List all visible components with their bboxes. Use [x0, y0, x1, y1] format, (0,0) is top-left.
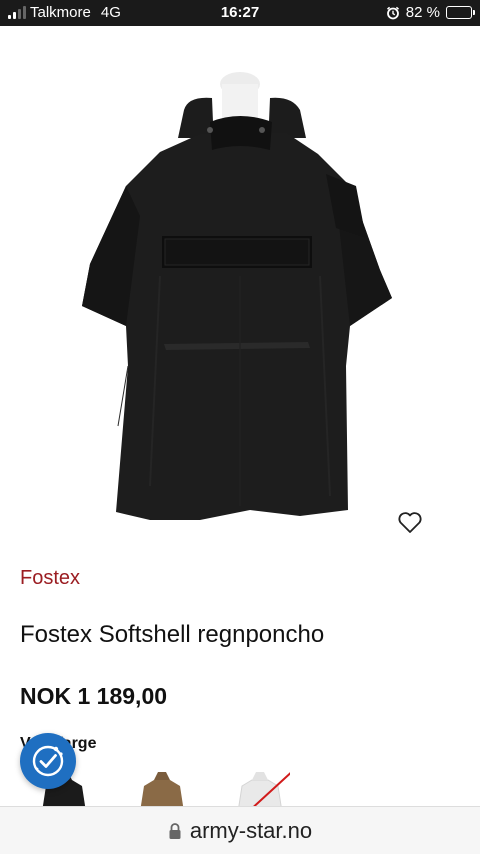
product-brand-link[interactable]: Fostex	[20, 567, 80, 590]
battery-icon	[446, 6, 475, 19]
product-price: NOK 1 189,00	[20, 683, 168, 709]
url-text: army-star.no	[189, 817, 313, 843]
status-bar: Talkmore 4G 16:27 82 %	[0, 0, 480, 26]
lock-icon	[169, 822, 181, 839]
heart-icon[interactable]	[396, 510, 424, 536]
cookie-consent-button[interactable]	[20, 733, 76, 789]
battery-percent: 82 %	[405, 4, 440, 21]
product-title: Fostex Softshell regnponcho	[20, 621, 325, 648]
swatch-white-unavailable[interactable]	[230, 768, 290, 808]
alarm-icon	[386, 6, 399, 19]
status-right: 82 %	[386, 4, 475, 21]
browser-url-bar[interactable]: army-star.no	[0, 806, 480, 854]
black-poncho-image	[82, 72, 392, 520]
cookie-consent-icon	[32, 745, 64, 777]
swatch-coyote[interactable]	[132, 768, 192, 808]
product-image[interactable]	[0, 26, 480, 546]
